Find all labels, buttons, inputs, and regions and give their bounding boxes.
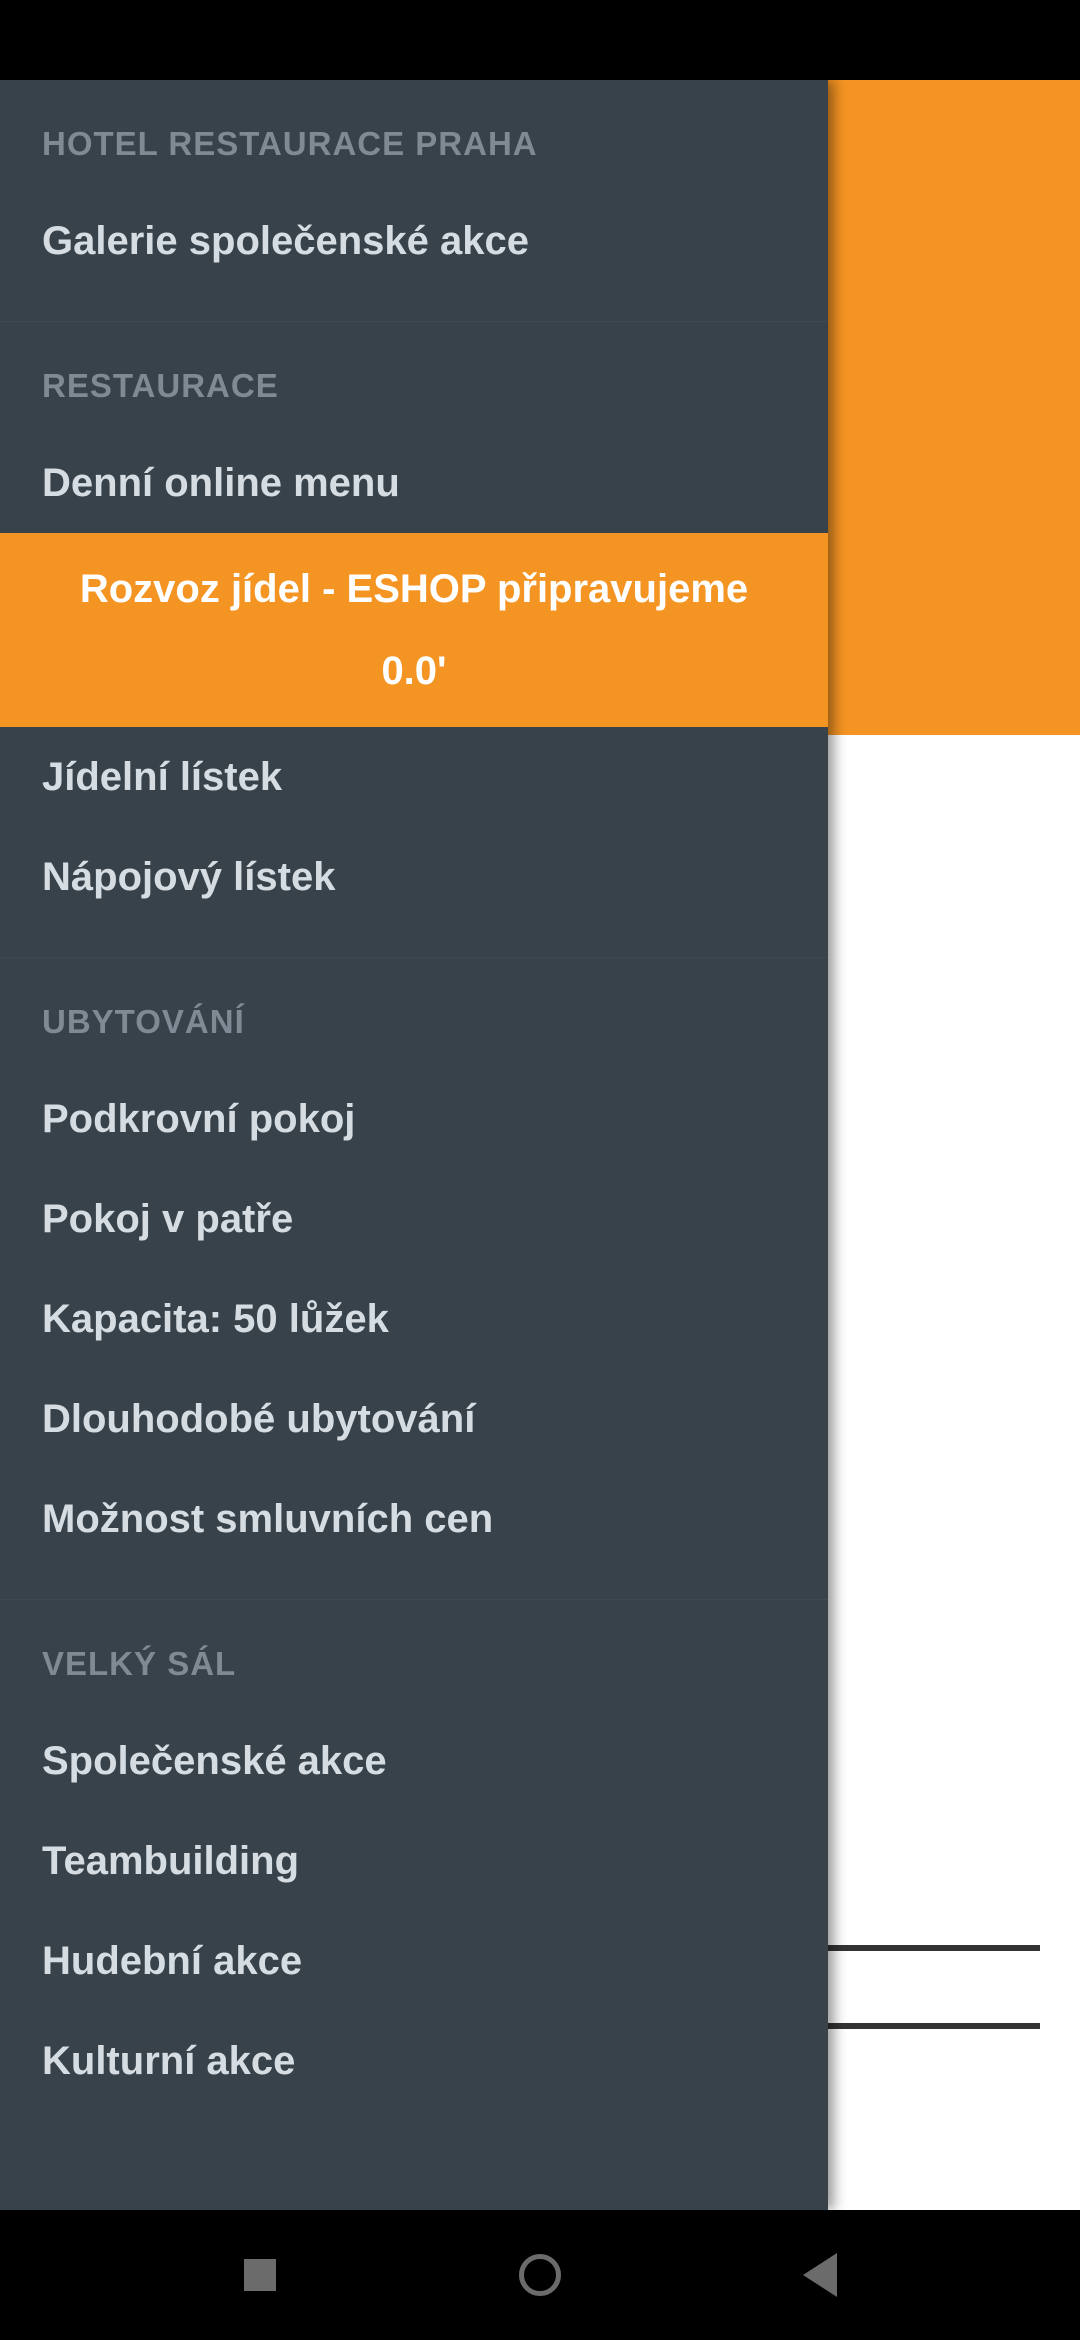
section-header: RESTAURACE [0,322,828,433]
sidebar-item-rozvoz-eshop[interactable]: Rozvoz jídel - ESHOP připravujeme 0.0' [0,533,828,727]
section-header: UBYTOVÁNÍ [0,958,828,1069]
section-ubytovani: UBYTOVÁNÍ Podkrovní pokoj Pokoj v patře … [0,958,828,1600]
sidebar-item-denni-menu[interactable]: Denní online menu [0,433,828,533]
sidebar-item-pokoj-v-patre[interactable]: Pokoj v patře [0,1169,828,1269]
sidebar-item-dlouhodobe[interactable]: Dlouhodobé ubytování [0,1369,828,1469]
recent-apps-button[interactable] [238,2253,283,2298]
android-nav-bar [0,2210,1080,2340]
section-header: VELKÝ SÁL [0,1600,828,1711]
sidebar-item-spolecenske-akce[interactable]: Společenské akce [0,1711,828,1811]
sidebar-item-kapacita[interactable]: Kapacita: 50 lůžek [0,1269,828,1369]
section-restaurace: RESTAURACE Denní online menu Rozvoz jíde… [0,322,828,958]
sidebar-item-label-line2: 0.0' [42,645,786,697]
section-header: HOTEL RESTAURACE PRAHA [0,80,828,191]
status-bar [0,0,1080,80]
sidebar-item-teambuilding[interactable]: Teambuilding [0,1811,828,1911]
sidebar-item-napojovy-listek[interactable]: Nápojový lístek [0,827,828,927]
section-hotel: HOTEL RESTAURACE PRAHA Galerie společens… [0,80,828,322]
back-button[interactable] [798,2253,843,2298]
navigation-drawer[interactable]: HOTEL RESTAURACE PRAHA Galerie společens… [0,80,828,2210]
sidebar-item-hudebni-akce[interactable]: Hudební akce [0,1911,828,2011]
sidebar-item-jidelni-listek[interactable]: Jídelní lístek [0,727,828,827]
section-velky-sal: VELKÝ SÁL Společenské akce Teambuilding … [0,1600,828,2141]
sidebar-item-kulturni-akce[interactable]: Kulturní akce [0,2011,828,2111]
sidebar-item-smluvni-ceny[interactable]: Možnost smluvních cen [0,1469,828,1569]
sidebar-item-label: Rozvoz jídel - ESHOP připravujeme [80,567,748,611]
sidebar-item-podkrovni-pokoj[interactable]: Podkrovní pokoj [0,1069,828,1169]
sidebar-item-galerie[interactable]: Galerie společenské akce [0,191,828,291]
home-button[interactable] [518,2253,563,2298]
